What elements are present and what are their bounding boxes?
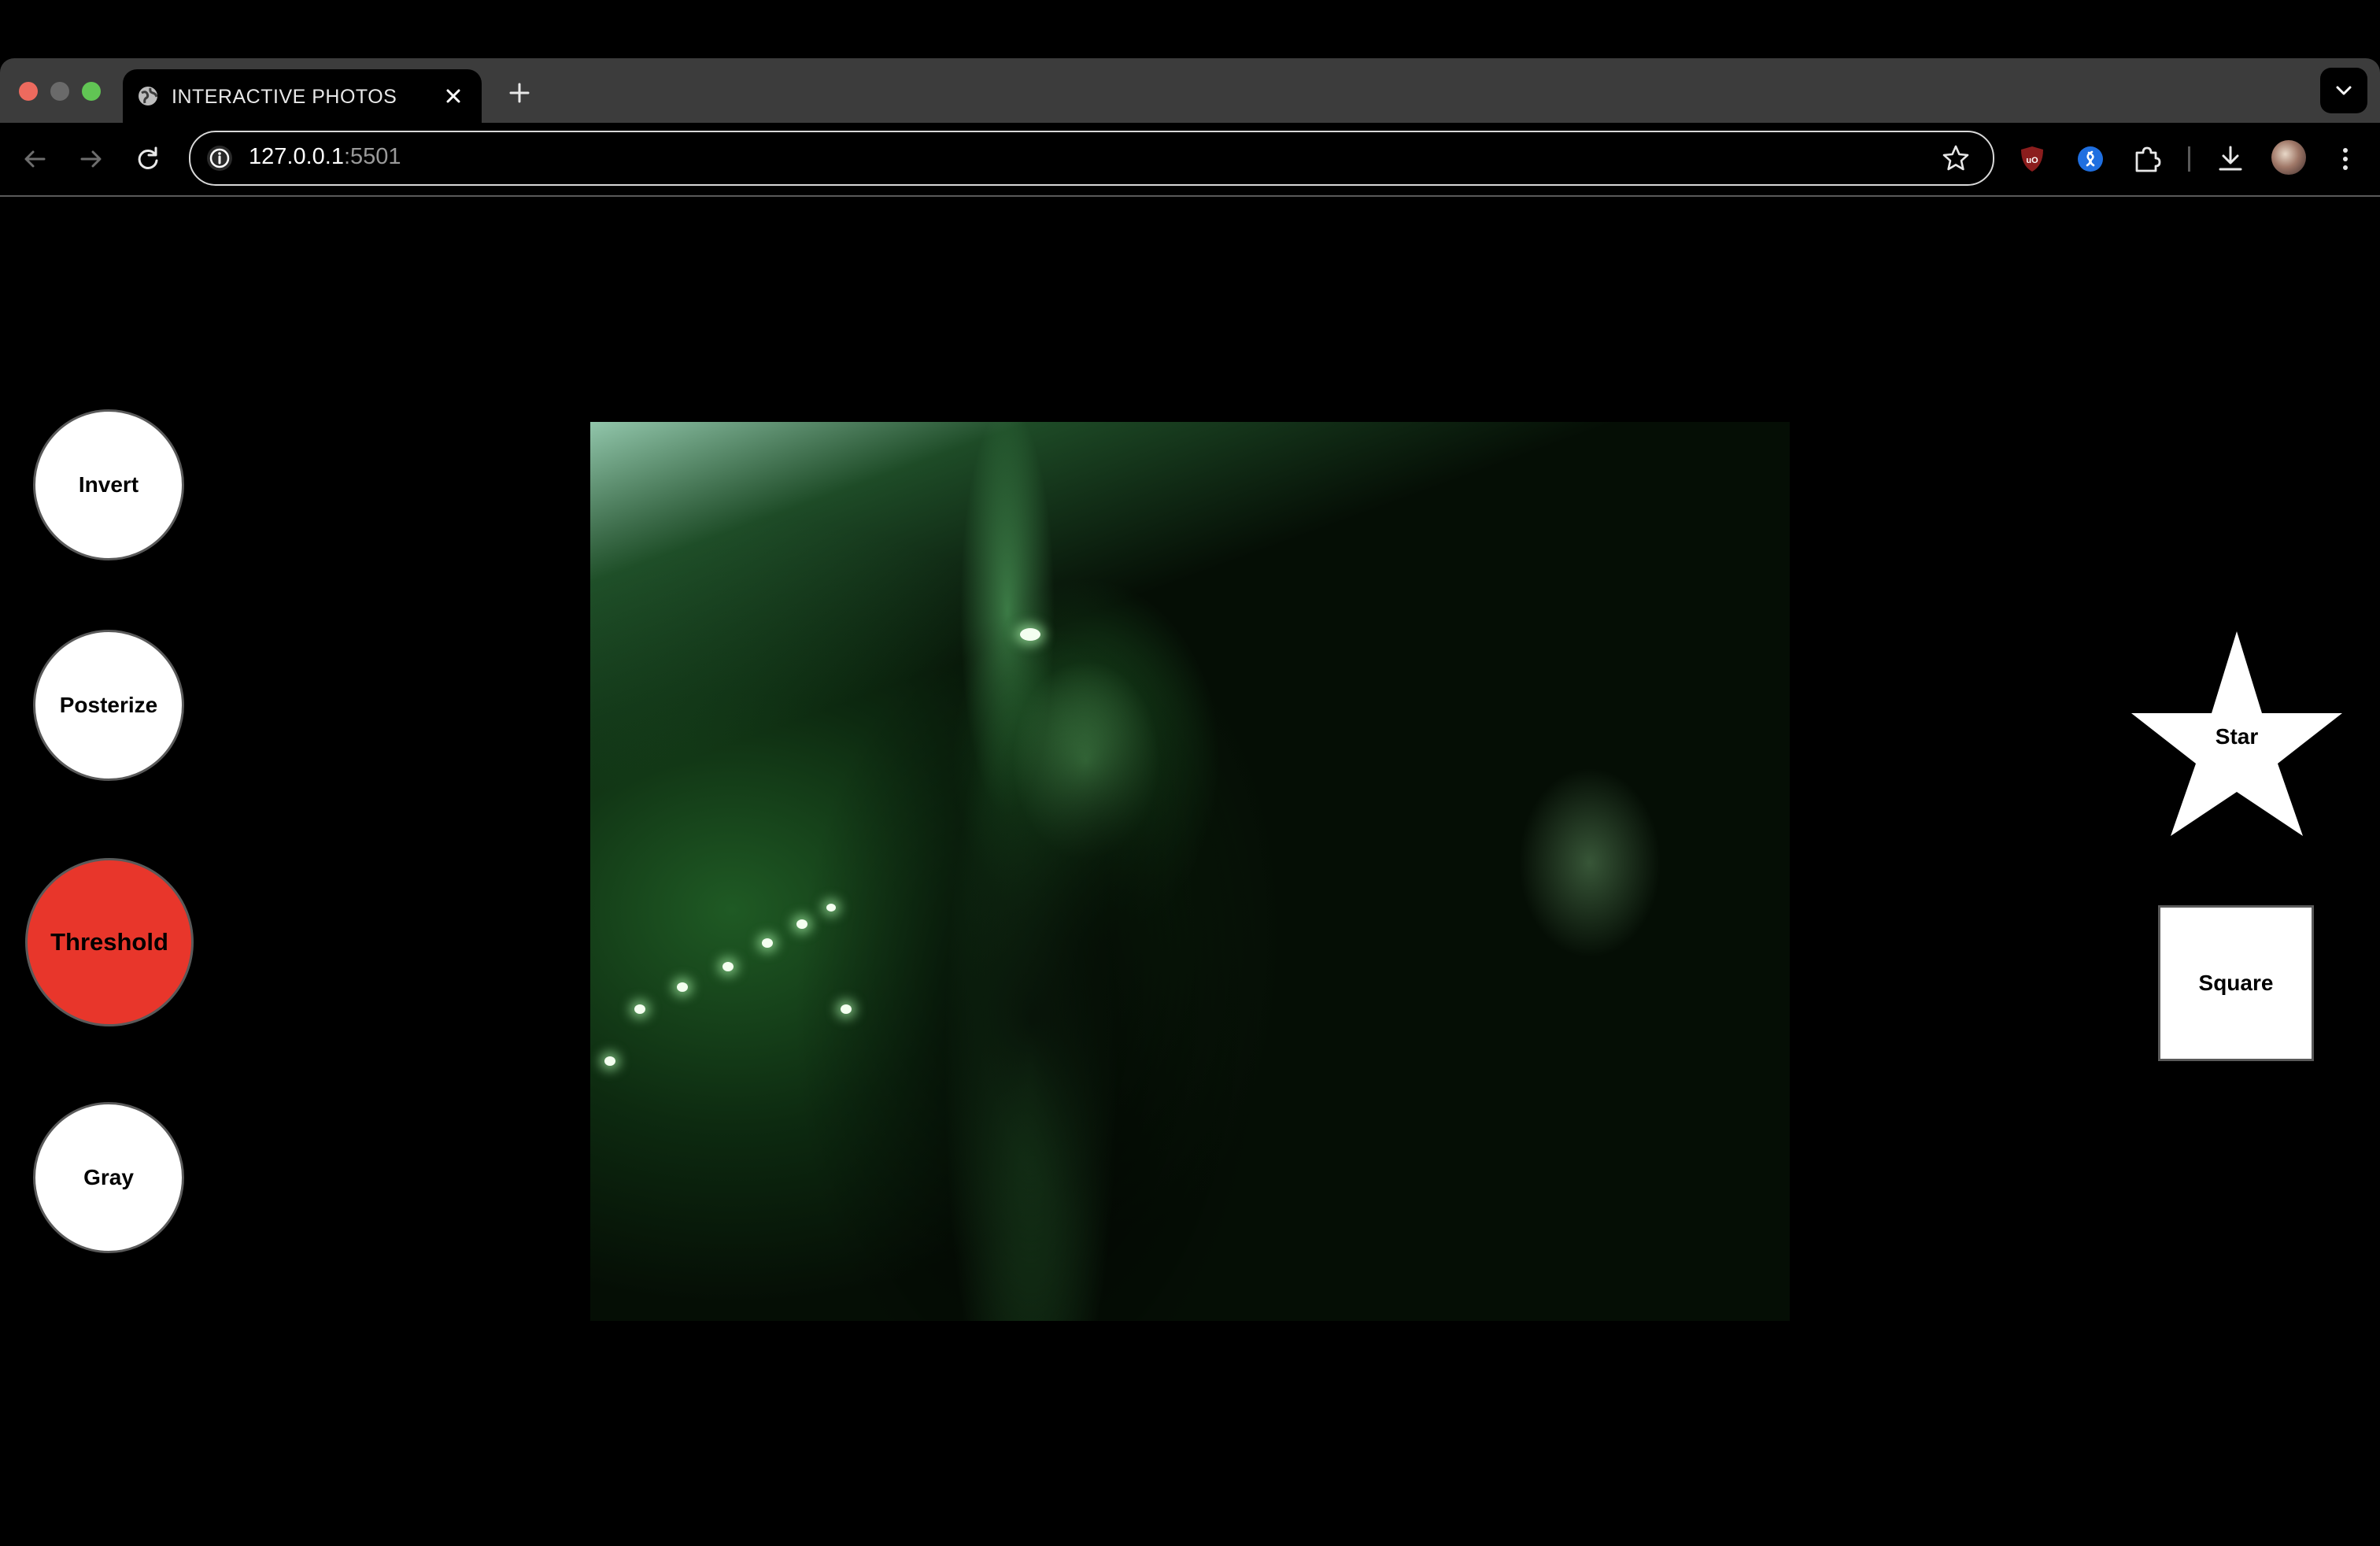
url-port: :5501: [343, 144, 401, 169]
minimize-window-button[interactable]: [50, 82, 69, 101]
svg-text:uO: uO: [2026, 156, 2038, 165]
address-bar[interactable]: 127.0.0.1:5501: [189, 131, 1994, 186]
posterize-label: Posterize: [59, 693, 158, 717]
invert-filter-button[interactable]: Invert: [33, 409, 184, 560]
globe-icon: [139, 87, 158, 105]
shazam-icon[interactable]: [2073, 142, 2108, 176]
photo-canvas[interactable]: [590, 422, 1790, 1321]
posterize-filter-button[interactable]: Posterize: [33, 630, 184, 781]
stair-light: [762, 938, 773, 948]
reload-icon[interactable]: [129, 140, 167, 178]
threshold-filter-button[interactable]: Threshold: [25, 858, 194, 1026]
bookmark-star-icon[interactable]: [1941, 143, 1971, 173]
browser-toolbar: 127.0.0.1:5501 uO: [0, 123, 2380, 197]
stair-light: [722, 962, 734, 971]
back-arrow-icon[interactable]: [16, 140, 54, 178]
close-tab-icon[interactable]: [439, 82, 468, 110]
more-menu-icon[interactable]: [2328, 142, 2363, 176]
stair-light: [826, 904, 836, 912]
ublock-shield-icon[interactable]: uO: [2015, 142, 2049, 176]
stair-light: [796, 919, 808, 929]
stair-light: [677, 982, 688, 992]
gray-filter-button[interactable]: Gray: [33, 1102, 184, 1253]
star-label: Star: [2215, 724, 2259, 749]
desktop-band: [0, 0, 2380, 58]
tab-interactive-photos[interactable]: INTERACTIVE PHOTOS: [123, 69, 482, 123]
url-text: 127.0.0.1:5501: [249, 144, 401, 170]
gray-label: Gray: [83, 1165, 134, 1189]
square-shape-button[interactable]: Square: [2158, 905, 2314, 1061]
tab-title: INTERACTIVE PHOTOS: [172, 86, 397, 108]
invert-label: Invert: [78, 472, 139, 497]
stair-light: [604, 1056, 615, 1066]
chevron-down-icon: [2336, 86, 2352, 95]
download-icon[interactable]: [2213, 142, 2248, 176]
ceiling-light: [1020, 628, 1040, 641]
extensions-puzzle-icon[interactable]: [2130, 142, 2164, 176]
stair-light: [841, 1004, 852, 1014]
tab-search-button[interactable]: [2320, 68, 2367, 113]
maximize-window-button[interactable]: [82, 82, 101, 101]
stair-light: [634, 1004, 645, 1014]
threshold-label: Threshold: [50, 928, 168, 956]
browser-tabstrip: INTERACTIVE PHOTOS: [0, 58, 2380, 123]
url-host: 127.0.0.1: [249, 144, 344, 169]
site-info-icon[interactable]: [205, 143, 235, 173]
star-shape-button[interactable]: Star: [2130, 630, 2344, 838]
forward-arrow-icon[interactable]: [72, 140, 110, 178]
profile-avatar[interactable]: [2271, 140, 2306, 175]
square-label: Square: [2198, 971, 2274, 995]
page-content: Invert Posterize Threshold Gray Star Squ…: [0, 197, 2380, 1546]
toolbar-separator: [2188, 146, 2190, 172]
close-window-button[interactable]: [19, 82, 38, 101]
new-tab-icon[interactable]: [504, 77, 535, 109]
